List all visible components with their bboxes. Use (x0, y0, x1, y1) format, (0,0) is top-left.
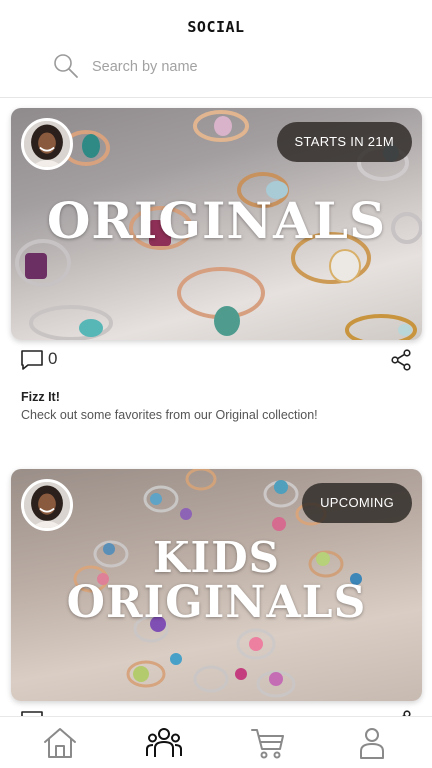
cart-icon (251, 729, 284, 759)
search-icon[interactable] (52, 52, 80, 80)
search-bar[interactable] (52, 52, 382, 82)
comment-icon[interactable] (20, 349, 44, 371)
avatar-image (24, 121, 70, 167)
people-icon (146, 728, 182, 757)
tab-cart[interactable] (248, 724, 288, 762)
collection-title: ORIGINALS (46, 191, 387, 250)
collection-title-line-2: ORIGINALS (66, 577, 367, 628)
profile-icon (360, 728, 384, 759)
post-title: Fizz It! (21, 390, 60, 404)
search-input[interactable] (92, 55, 372, 79)
status-badge: STARTS IN 21M (276, 122, 412, 162)
header: SOCIAL (0, 0, 432, 98)
comment-count: 0 (48, 349, 58, 368)
page-title: SOCIAL (187, 18, 245, 36)
post-card-image[interactable]: UPCOMING KIDS ORIGINALS (11, 469, 422, 701)
post-card-image[interactable]: STARTS IN 21M ORIGINALS (11, 108, 422, 340)
post-actions (20, 708, 412, 716)
tab-home[interactable] (40, 724, 80, 762)
feed[interactable]: STARTS IN 21M ORIGINALS 0 Fizz It! Check… (0, 98, 432, 716)
avatar-image (24, 482, 70, 528)
home-icon (44, 728, 76, 758)
avatar[interactable] (21, 479, 73, 531)
post-actions: 0 (20, 347, 412, 373)
bottom-tab-bar (0, 716, 432, 768)
share-icon[interactable] (390, 349, 412, 371)
tab-profile[interactable] (352, 724, 392, 762)
tab-social[interactable] (144, 724, 184, 762)
status-badge: UPCOMING (302, 483, 412, 523)
collection-title-line-1: KIDS (153, 533, 280, 582)
post-description: Check out some favorites from our Origin… (21, 408, 318, 422)
avatar[interactable] (21, 118, 73, 170)
